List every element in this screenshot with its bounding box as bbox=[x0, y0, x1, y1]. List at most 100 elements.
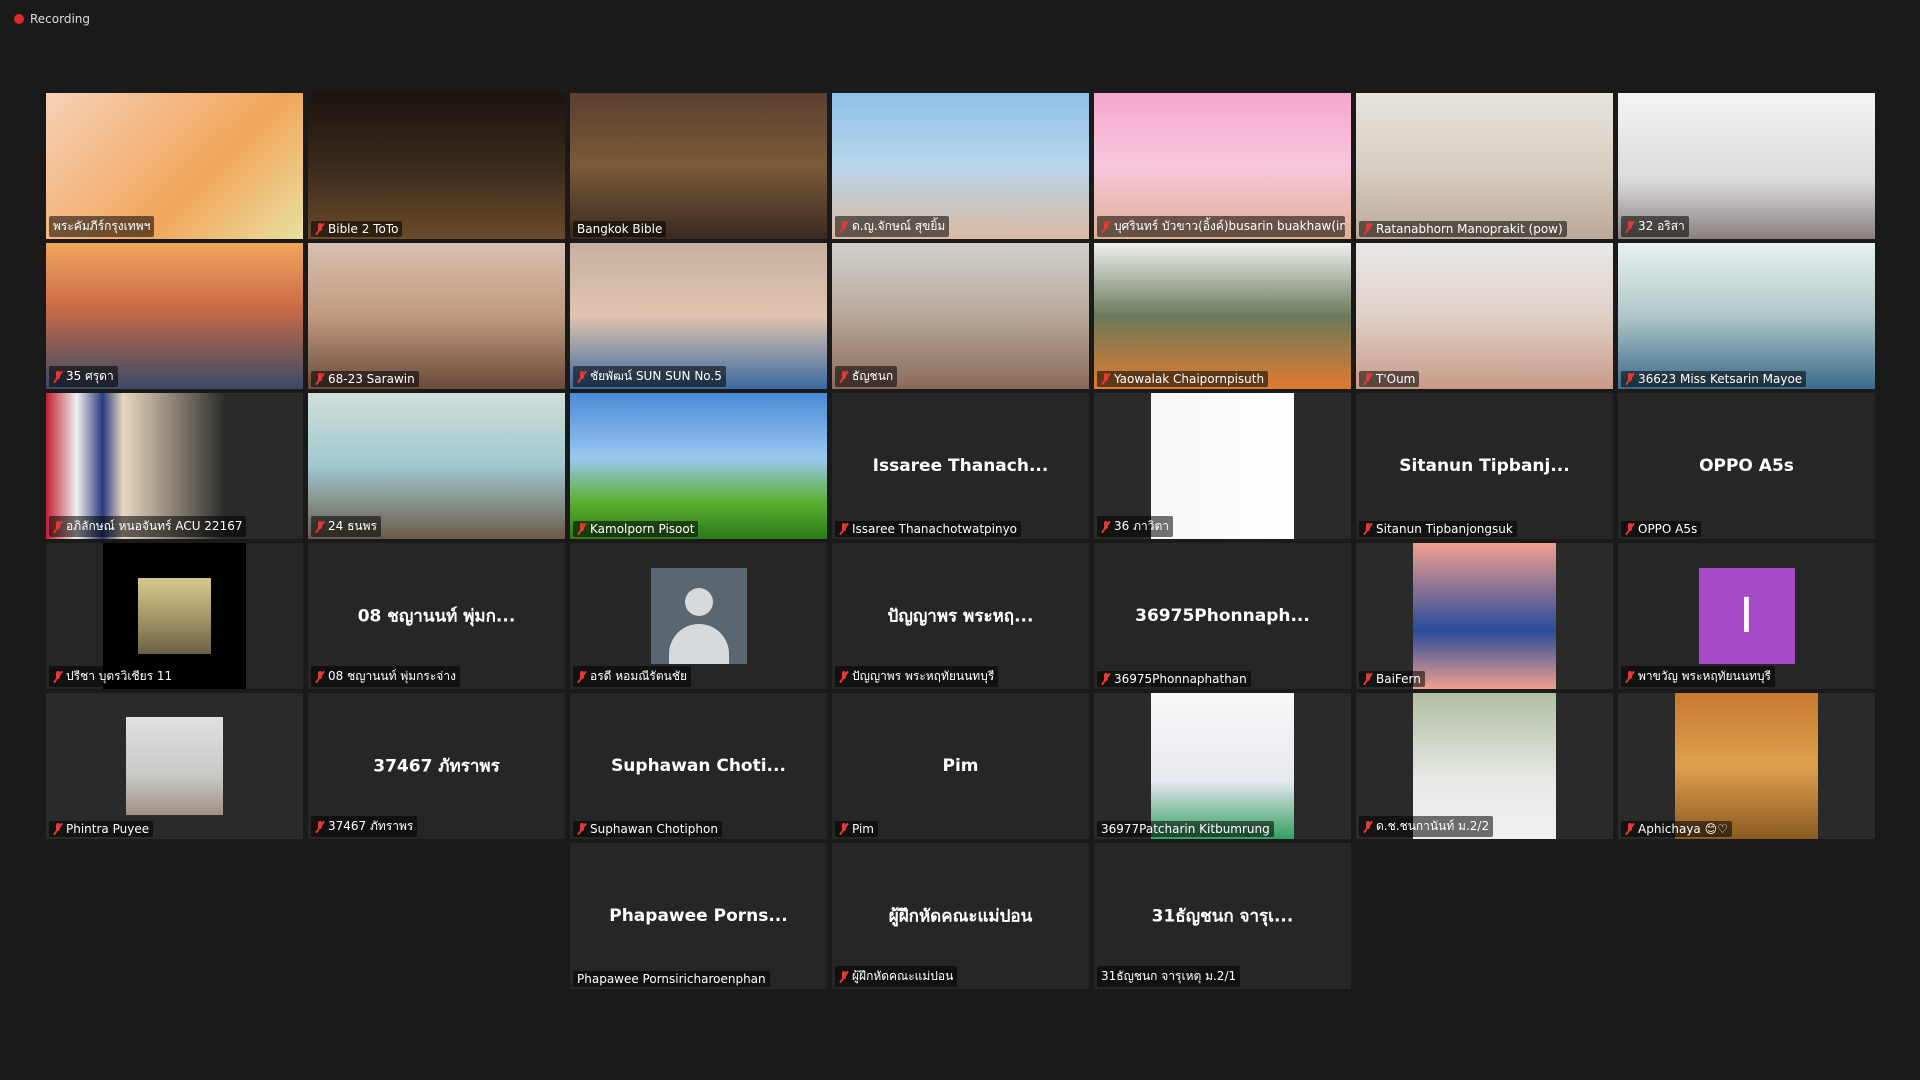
participant-tile[interactable]: Issaree Thanach... Issaree Thanachotwatpi… bbox=[832, 393, 1089, 539]
participant-tile[interactable]: Bible 2 ToTo bbox=[308, 93, 565, 239]
participant-tile[interactable]: อรดี หอมณีรัตนชัย bbox=[570, 543, 827, 689]
participant-display-name: ปัญญาพร พระหฤ... bbox=[887, 606, 1034, 627]
participant-tile[interactable]: 36975Phonnaph... 36975Phonnaphathan bbox=[1094, 543, 1351, 689]
participant-name: 36 ภาวิตา bbox=[1114, 519, 1170, 533]
participant-tile[interactable]: Phintra Puyee bbox=[46, 693, 303, 839]
participant-tile[interactable]: OPPO A5s OPPO A5s bbox=[1618, 393, 1875, 539]
participant-video bbox=[1618, 243, 1875, 389]
participant-tile[interactable]: 36977Patcharin Kitbumrung bbox=[1094, 693, 1351, 839]
video-gallery-grid: พระคัมภีร์กรุงเทพฯ Bible 2 ToTo Bangkok Bi… bbox=[0, 0, 1920, 1080]
participant-name: ธัญชนก bbox=[852, 369, 894, 383]
participant-name-label: Bangkok Bible bbox=[573, 221, 667, 237]
participant-tile[interactable]: 32 อริสา bbox=[1618, 93, 1875, 239]
participant-name: Issaree Thanachotwatpinyo bbox=[852, 522, 1018, 536]
participant-tile[interactable]: 37467 ภัทราพร 37467 ภัทราพร bbox=[308, 693, 565, 839]
participant-name: 36977Patcharin Kitbumrung bbox=[1101, 822, 1270, 836]
participant-tile[interactable]: 24 ธนพร bbox=[308, 393, 565, 539]
participant-tile[interactable]: ด.ญ.จักษณ์ สุขยิ้ม bbox=[832, 93, 1089, 239]
participant-tile[interactable]: T'Oum bbox=[1356, 243, 1613, 389]
participant-tile[interactable]: ผู้ฝึกหัดคณะแม่ปอน ผู้ฝึกหัดคณะแม่ปอน bbox=[832, 843, 1089, 989]
participant-tile[interactable]: Pim Pim bbox=[832, 693, 1089, 839]
participant-tile[interactable]: ชัยพัฒน์ SUN SUN No.5 bbox=[570, 243, 827, 389]
muted-mic-icon bbox=[53, 520, 63, 533]
participant-name: ด.ญ.จักษณ์ สุขยิ้ม bbox=[852, 219, 946, 233]
participant-tile[interactable]: Suphawan Choti... Suphawan Chotiphon bbox=[570, 693, 827, 839]
participant-name-label: Phintra Puyee bbox=[49, 821, 154, 837]
participant-name: พาขวัญ พระหฤทัยนนทบุรี bbox=[1638, 669, 1771, 683]
participant-name: 32 อริสา bbox=[1638, 219, 1685, 233]
participant-tile[interactable]: ปัญญาพร พระหฤ... ปัญญาพร พระหฤทัยนนทบุรี bbox=[832, 543, 1089, 689]
participant-tile[interactable]: Bangkok Bible bbox=[570, 93, 827, 239]
participant-name-label: Sitanun Tipbanjongsuk bbox=[1359, 521, 1517, 537]
participant-tile[interactable]: 36623 Miss Ketsarin Mayoe bbox=[1618, 243, 1875, 389]
participant-name: Pim bbox=[852, 822, 874, 836]
participant-tile[interactable]: I พาขวัญ พระหฤทัยนนทบุรี bbox=[1618, 543, 1875, 689]
participant-tile[interactable]: Kamolporn Pisoot bbox=[570, 393, 827, 539]
participant-tile[interactable]: 31ธัญชนก จารุเ... 31ธัญชนก จารุเหตุ ม.2/1 bbox=[1094, 843, 1351, 989]
participant-name-label: ด.ช.ชนกานันท์ ม.2/2 bbox=[1359, 816, 1494, 837]
participant-name-label: Kamolporn Pisoot bbox=[573, 521, 699, 537]
participant-name-label: 31ธัญชนก จารุเหตุ ม.2/1 bbox=[1097, 966, 1241, 987]
participant-name-label: ธัญชนก bbox=[835, 366, 898, 387]
muted-mic-icon bbox=[1625, 373, 1635, 385]
participant-name: ชัยพัฒน์ SUN SUN No.5 bbox=[590, 369, 722, 383]
participant-video bbox=[1413, 543, 1556, 689]
participant-tile[interactable]: อภิลักษณ์ หนอจันทร์ ACU 22167 bbox=[46, 393, 303, 539]
muted-mic-icon bbox=[1101, 220, 1111, 233]
participant-name-label: Aphichaya 😊♡ bbox=[1621, 821, 1732, 837]
muted-mic-icon bbox=[53, 370, 63, 383]
participant-name: ด.ช.ชนกานันท์ ม.2/2 bbox=[1376, 819, 1490, 833]
participant-name-label: ปัญญาพร พระหฤทัยนนทบุรี bbox=[835, 666, 999, 687]
participant-video bbox=[570, 393, 827, 539]
participant-name: Phapawee Pornsiricharoenphan bbox=[577, 972, 766, 986]
participant-name-label: 35 ศรุดา bbox=[49, 366, 118, 387]
participant-name-label: ด.ญ.จักษณ์ สุขยิ้ม bbox=[835, 216, 950, 237]
participant-display-name: Sitanun Tipbanj... bbox=[1399, 456, 1570, 476]
participant-name: Aphichaya 😊♡ bbox=[1638, 822, 1728, 836]
participant-tile[interactable]: Yaowalak Chaipornpisuth bbox=[1094, 243, 1351, 389]
participant-tile[interactable]: ปรีชา บุตรวิเชียร 11 bbox=[46, 543, 303, 689]
muted-mic-icon bbox=[1625, 523, 1635, 535]
participant-tile[interactable]: 08 ชญานนท์ พุ่มก... 08 ชญานนท์ พุ่มกระจ่า… bbox=[308, 543, 565, 689]
participant-name: 24 ธนพร bbox=[328, 519, 377, 533]
participant-tile[interactable]: 36 ภาวิตา bbox=[1094, 393, 1351, 539]
participant-tile[interactable]: BaiFern bbox=[1356, 543, 1613, 689]
muted-mic-icon bbox=[1101, 520, 1111, 533]
participant-name: 08 ชญานนท์ พุ่มกระจ่าง bbox=[328, 669, 456, 683]
muted-mic-icon bbox=[1363, 223, 1373, 235]
participant-tile[interactable]: 35 ศรุดา bbox=[46, 243, 303, 389]
muted-mic-icon bbox=[315, 373, 325, 385]
participant-name-label: Pim bbox=[835, 821, 878, 837]
participant-tile[interactable]: Ratanabhorn Manoprakit (pow) bbox=[1356, 93, 1613, 239]
participant-name: อภิลักษณ์ หนอจันทร์ ACU 22167 bbox=[66, 519, 243, 533]
participant-name-label: 37467 ภัทราพร bbox=[311, 816, 418, 837]
participant-name: บุศรินทร์ บัวขาว(อิ้งค์)busarin buakhaw(… bbox=[1114, 219, 1345, 233]
participant-display-name: Phapawee Porns... bbox=[609, 906, 788, 926]
participant-video bbox=[308, 93, 565, 239]
muted-mic-icon bbox=[577, 823, 587, 835]
participant-tile[interactable]: พระคัมภีร์กรุงเทพฯ bbox=[46, 93, 303, 239]
participant-name-label: Issaree Thanachotwatpinyo bbox=[835, 521, 1022, 537]
participant-video bbox=[570, 93, 827, 239]
participant-tile[interactable]: ธัญชนก bbox=[832, 243, 1089, 389]
participant-tile[interactable]: ด.ช.ชนกานันท์ ม.2/2 bbox=[1356, 693, 1613, 839]
participant-name: BaiFern bbox=[1376, 672, 1421, 686]
participant-tile[interactable]: Aphichaya 😊♡ bbox=[1618, 693, 1875, 839]
participant-tile[interactable]: บุศรินทร์ บัวขาว(อิ้งค์)busarin buakhaw(… bbox=[1094, 93, 1351, 239]
muted-mic-icon bbox=[1363, 523, 1373, 535]
participant-name-label: พาขวัญ พระหฤทัยนนทบุรี bbox=[1621, 666, 1775, 687]
participant-name-label: ปรีชา บุตรวิเชียร 11 bbox=[49, 666, 177, 687]
muted-mic-icon bbox=[315, 223, 325, 235]
muted-mic-icon bbox=[839, 670, 849, 683]
participant-name: T'Oum bbox=[1376, 372, 1416, 386]
participant-tile[interactable]: Sitanun Tipbanj... Sitanun Tipbanjongsuk bbox=[1356, 393, 1613, 539]
participant-name-label: อรดี หอมณีรัตนชัย bbox=[573, 666, 692, 687]
participant-name-label: 36975Phonnaphathan bbox=[1097, 671, 1251, 687]
participant-name: ผู้ฝึกหัดคณะแม่ปอน bbox=[852, 969, 954, 983]
participant-tile[interactable]: 68-23 Sarawin bbox=[308, 243, 565, 389]
participant-name-label: 36623 Miss Ketsarin Mayoe bbox=[1621, 371, 1807, 387]
muted-mic-icon bbox=[577, 670, 587, 683]
participant-display-name: 08 ชญานนท์ พุ่มก... bbox=[357, 606, 516, 627]
participant-name: 31ธัญชนก จารุเหตุ ม.2/1 bbox=[1101, 969, 1237, 983]
participant-tile[interactable]: Phapawee Porns... Phapawee Pornsiricharoe… bbox=[570, 843, 827, 989]
